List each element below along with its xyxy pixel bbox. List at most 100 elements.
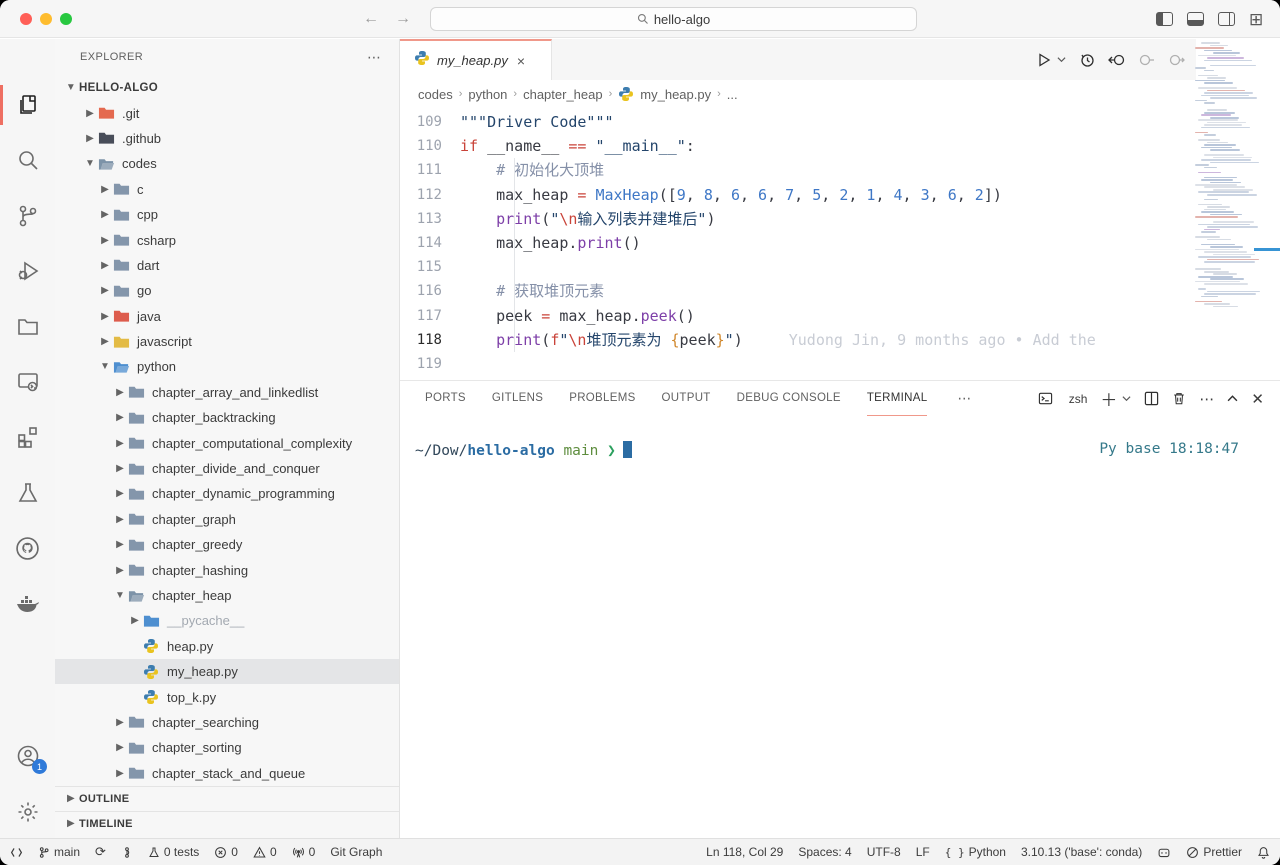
tab-close-icon[interactable]: × (517, 53, 525, 69)
new-terminal-icon[interactable]: ＋ (1100, 386, 1117, 411)
tree-item-cpp[interactable]: ▶cpp (55, 202, 399, 227)
tree-item-python[interactable]: ▼python (55, 354, 399, 379)
eol[interactable]: LF (916, 845, 930, 859)
tree-item-chapter-sorting[interactable]: ▶chapter_sorting (55, 735, 399, 760)
indentation[interactable]: Spaces: 4 (798, 845, 851, 859)
previous-change-icon[interactable] (1138, 52, 1155, 68)
ports-indicator[interactable]: 0 (292, 845, 316, 859)
activity-github[interactable] (0, 524, 55, 572)
warnings-indicator[interactable]: 0 (253, 845, 277, 859)
language-mode[interactable]: { }Python (945, 845, 1006, 859)
panel-tab-output[interactable]: OUTPUT (662, 381, 711, 416)
panel-tab-problems[interactable]: PROBLEMS (569, 381, 635, 416)
customize-layout-icon[interactable] (1249, 12, 1266, 26)
branch-indicator[interactable]: main (38, 845, 80, 859)
panel-tab-ports[interactable]: PORTS (425, 381, 466, 416)
git-graph-button[interactable]: Git Graph (330, 845, 382, 859)
tree-item-my-heap-py[interactable]: my_heap.py (55, 659, 399, 684)
code-editor[interactable]: 109"""Driver Code"""110if __name__ == "_… (400, 108, 1280, 380)
tree-item--pycache-[interactable]: ▶__pycache__ (55, 608, 399, 633)
encoding[interactable]: UTF-8 (867, 845, 901, 859)
code-line-115[interactable]: 115 (400, 255, 1280, 279)
close-window-button[interactable] (20, 13, 32, 25)
activity-folder-explorer[interactable] (0, 303, 55, 351)
file-history-icon[interactable] (1079, 52, 1095, 68)
tree-item--git[interactable]: ▶.git (55, 100, 399, 125)
tree-item-chapter-dynamic-programming[interactable]: ▶chapter_dynamic_programming (55, 481, 399, 506)
run-python-file-icon[interactable] (1036, 52, 1052, 68)
tree-item-chapter-heap[interactable]: ▼chapter_heap (55, 583, 399, 608)
shell-name[interactable]: zsh (1069, 392, 1088, 406)
tree-item-codes[interactable]: ▼codes (55, 151, 399, 176)
tree-item-csharp[interactable]: ▶csharp (55, 227, 399, 252)
tree-item-chapter-graph[interactable]: ▶chapter_graph (55, 507, 399, 532)
code-line-110[interactable]: 110if __name__ == "__main__": (400, 134, 1280, 158)
prettier-button[interactable]: Prettier (1186, 845, 1242, 859)
activity-source-control[interactable] (0, 192, 55, 240)
minimize-window-button[interactable] (40, 13, 52, 25)
copilot-button[interactable] (1157, 846, 1171, 859)
tree-item-chapter-backtracking[interactable]: ▶chapter_backtracking (55, 405, 399, 430)
activity-accounts[interactable]: 1 (0, 732, 55, 780)
breadcrumb-item[interactable]: codes (418, 87, 453, 102)
code-line-117[interactable]: 117 peek = max_heap.peek() (400, 304, 1280, 328)
code-line-118[interactable]: 118 print(f"\n堆顶元素为 {peek}")Yudong Jin, … (400, 328, 1280, 352)
tree-item-heap-py[interactable]: heap.py (55, 634, 399, 659)
terminal-content[interactable]: ~/Dow/hello-algo main ❯ Py base 18:18:47 (415, 441, 1265, 459)
back-icon[interactable]: ← (363, 10, 379, 28)
notifications-bell[interactable] (1257, 846, 1270, 859)
tree-item-chapter-divide-and-conquer[interactable]: ▶chapter_divide_and_conquer (55, 456, 399, 481)
tree-item-java[interactable]: ▶java (55, 304, 399, 329)
errors-indicator[interactable]: 0 (214, 845, 238, 859)
sidebar-section-timeline[interactable]: ▶TIMELINE (55, 811, 399, 836)
activity-search[interactable] (0, 136, 55, 184)
activity-extensions[interactable] (0, 413, 55, 461)
panel-tab-debug-console[interactable]: DEBUG CONSOLE (737, 381, 841, 416)
tests-indicator[interactable]: 0 tests (148, 845, 199, 859)
command-center-search[interactable]: hello-algo (430, 7, 917, 31)
code-line-116[interactable]: 116 # 获取堆顶元素 (400, 279, 1280, 303)
tree-root-hello-algo[interactable]: ▼HELLO-ALGO (55, 75, 399, 100)
panel-more-actions-icon[interactable]: ⋯ (1199, 390, 1214, 408)
toggle-sidebar-icon[interactable] (1156, 12, 1173, 26)
code-line-112[interactable]: 112 max_heap = MaxHeap([9, 8, 6, 6, 7, 5… (400, 183, 1280, 207)
kill-terminal-icon[interactable] (1172, 391, 1186, 406)
panel-tabs-more-icon[interactable]: ⋯ (957, 390, 971, 407)
tree-item-dart[interactable]: ▶dart (55, 253, 399, 278)
close-panel-icon[interactable]: ✕ (1251, 390, 1264, 408)
python-interpreter[interactable]: 3.10.13 ('base': conda) (1021, 845, 1142, 859)
activity-remote-explorer[interactable] (0, 358, 55, 406)
breadcrumb-item[interactable]: ... (727, 87, 738, 102)
run-dropdown-icon[interactable] (1057, 55, 1066, 64)
breadcrumb-item[interactable]: my_heap.py (640, 87, 711, 102)
tree-item-chapter-array-and-linkedlist[interactable]: ▶chapter_array_and_linkedlist (55, 380, 399, 405)
activity-explorer[interactable] (0, 81, 55, 129)
code-line-114[interactable]: 114 max_heap.print() (400, 231, 1280, 255)
toggle-panel-icon[interactable] (1187, 12, 1204, 26)
activity-docker[interactable] (0, 580, 55, 628)
split-terminal-icon[interactable] (1144, 391, 1159, 406)
maximize-panel-icon[interactable] (1227, 393, 1238, 404)
code-line-111[interactable]: 111 # 初始化大顶堆 (400, 158, 1280, 182)
breadcrumb-item[interactable]: chapter_heap (523, 87, 603, 102)
remote-indicator[interactable] (10, 846, 23, 859)
breadcrumb-item[interactable]: python (468, 87, 507, 102)
panel-tab-terminal[interactable]: TERMINAL (867, 381, 928, 416)
tab-my-heap[interactable]: my_heap.py × (400, 39, 552, 80)
next-change-icon[interactable] (1168, 52, 1185, 68)
tree-item-c[interactable]: ▶c (55, 177, 399, 202)
activity-run-and-debug[interactable] (0, 247, 55, 295)
tree-item-chapter-computational-complexity[interactable]: ▶chapter_computational_complexity (55, 430, 399, 455)
forward-icon[interactable]: → (395, 10, 411, 28)
code-line-113[interactable]: 113 print("\n输入列表并建堆后") (400, 207, 1280, 231)
open-changes-icon[interactable] (1108, 52, 1125, 68)
panel-tab-gitlens[interactable]: GITLENS (492, 381, 543, 416)
tree-item-chapter-searching[interactable]: ▶chapter_searching (55, 710, 399, 735)
tree-item-chapter-stack-and-queue[interactable]: ▶chapter_stack_and_queue (55, 761, 399, 786)
toggle-secondary-sidebar-icon[interactable] (1218, 12, 1235, 26)
code-line-109[interactable]: 109"""Driver Code""" (400, 110, 1280, 134)
cursor-position[interactable]: Ln 118, Col 29 (706, 845, 783, 859)
sync-button[interactable]: ⟳ (95, 844, 106, 860)
code-line-119[interactable]: 119 (400, 352, 1280, 376)
sidebar-section-outline[interactable]: ▶OUTLINE (55, 786, 399, 811)
